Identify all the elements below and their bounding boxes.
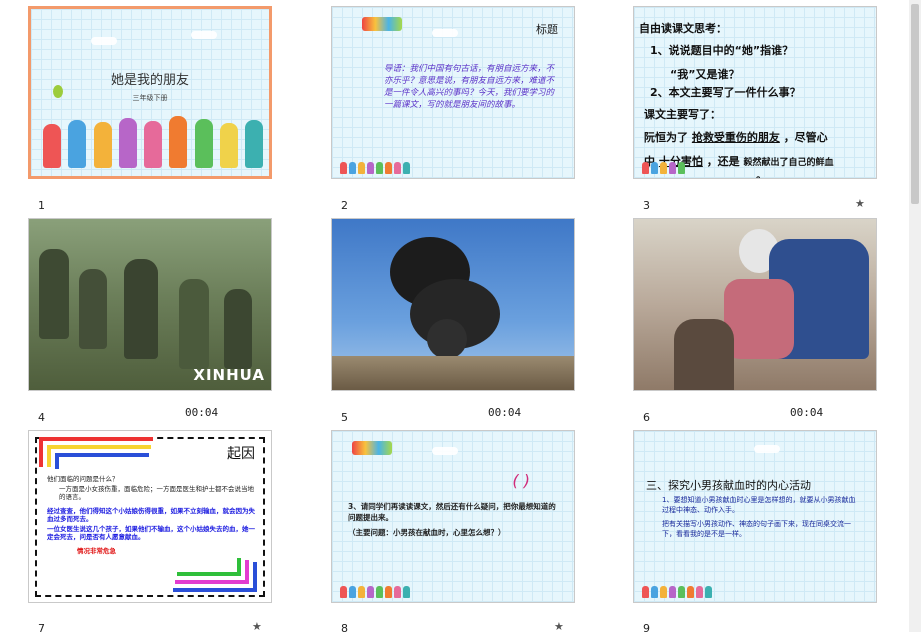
decoration-flags-icon <box>352 441 392 455</box>
slide-answer: 一方面是小女孩伤重，面临危险；一方面是医生和护士都不会说当地的语言。 <box>59 485 254 501</box>
slide-line: ，还是 <box>706 155 740 168</box>
slide-thumbnail-3[interactable]: 自由读课文思考： 1、说说题目中的“她”指谁？ “我”又是谁？ 2、本文主要写了… <box>633 6 877 179</box>
slide-number: 2 <box>341 199 348 212</box>
slide-paragraph: 把有关描写小男孩动作、神态的句子画下来，现在同桌交流一下，看看我的是不是一样。 <box>662 520 851 538</box>
watermark: XINHUA <box>193 366 265 384</box>
slide-alert: 情况非常危急 <box>77 547 116 555</box>
slide-number: 1 <box>38 199 45 212</box>
slide-line: 2、本文主要写了一件什么事？ <box>650 86 801 99</box>
slide-line: 1、说说题目中的“她”指谁？ <box>650 44 794 57</box>
children-decoration <box>340 586 410 598</box>
slide-paragraph: 1、要想知道小男孩献血时心里是怎样想的，就要从小男孩献血过程中神态、动作入手。 <box>662 496 856 514</box>
paren-mark: ( ) <box>512 471 530 490</box>
slide-paragraph: 3、请同学们再读读课文，然后还有什么疑问，把你最想知道的问题提出来。 <box>348 502 556 522</box>
balloon-icon <box>53 85 63 98</box>
slide-line: 课文主要写了： <box>644 108 721 121</box>
animation-star-icon[interactable]: ★ <box>855 197 865 210</box>
slide-line: ，尽管心 <box>783 131 828 144</box>
animation-star-icon[interactable]: ★ <box>252 620 262 633</box>
children-illustration <box>43 106 263 168</box>
children-decoration <box>642 586 712 598</box>
soldiers-photo <box>29 219 271 390</box>
slide-thumbnail-8[interactable]: ( ) 3、请同学们再读读课文，然后还有什么疑问，把你最想知道的问题提出来。 （… <box>331 430 575 603</box>
slide-line: 自由读课文思考： <box>639 22 727 35</box>
slide-question: 他们面临的问题是什么？ <box>47 475 119 483</box>
slide-label: 起因 <box>225 443 257 463</box>
slide-subtitle: 三年级下册 <box>132 94 168 102</box>
animation-star-icon[interactable]: ★ <box>554 620 564 633</box>
slide-number: 4 <box>38 411 45 424</box>
slide-thumbnail-2[interactable]: 标题 导语：我们中国有句古话，有朋自远方来，不亦乐乎？意思是说，有朋友自远方来，… <box>331 6 575 179</box>
slide-label: 标题 <box>536 23 558 36</box>
slide-title: 她是我的朋友 <box>110 73 189 88</box>
slide-thumbnail-1[interactable]: 她是我的朋友 三年级下册 <box>28 6 272 179</box>
slide-paragraph: （主要问题：小男孩在献血时，心里怎么想？） <box>348 528 506 537</box>
slide-highlight: 经过查查，他们得知这个小姑娘伤得很重，如果不立刻输血，就会因为失血过多而死去。 <box>47 507 255 523</box>
children-decoration <box>340 162 410 174</box>
slide-duration: 00:04 <box>185 406 219 419</box>
slide-duration: 00:04 <box>790 406 824 419</box>
vertical-scrollbar[interactable] <box>909 0 921 632</box>
slide-body-text: 导语：我们中国有句古话，有朋自远方来，不亦乐乎？意思是说，有朋友自远方来，难道不… <box>384 64 555 110</box>
frame-decoration <box>55 453 149 469</box>
slide-number: 5 <box>341 411 348 424</box>
rescue-photo <box>634 219 876 390</box>
slide-number: 9 <box>643 622 650 635</box>
slide-number: 8 <box>341 622 348 635</box>
slide-thumbnail-5[interactable] <box>331 218 575 391</box>
decoration-flags-icon <box>362 17 402 31</box>
slide-heading: 三、探究小男孩献血时的内心活动 <box>646 479 811 492</box>
slide-duration: 00:04 <box>488 406 522 419</box>
slide-line: 。 <box>756 169 767 179</box>
slide-thumbnail-6[interactable] <box>633 218 877 391</box>
smoke-photo <box>332 219 574 390</box>
slide-number: 3 <box>643 199 650 212</box>
children-decoration <box>642 162 685 174</box>
slide-line: “我”又是谁？ <box>670 68 740 81</box>
slide-thumbnail-7[interactable]: 起因 他们面临的问题是什么？ 一方面是小女孩伤重，面临危险；一方面是医生和护士都… <box>28 430 272 603</box>
slide-thumbnail-9[interactable]: 三、探究小男孩献血时的内心活动 1、要想知道小男孩献血时心里是怎样想的，就要从小… <box>633 430 877 603</box>
slide-line: 阮恒为了 <box>644 131 688 144</box>
answer-blank: 抢救受重伤的朋友 <box>691 131 780 144</box>
slide-number: 6 <box>643 411 650 424</box>
slide-highlight: 一位女医生说这几个孩子，如果他们不输血，这个小姑娘失去的血，她一定会死去，问是否… <box>47 525 255 541</box>
slide-thumbnail-4[interactable]: XINHUA <box>28 218 272 391</box>
slide-number: 7 <box>38 622 45 635</box>
scrollbar-thumb[interactable] <box>911 4 919 204</box>
frame-decoration <box>177 558 241 576</box>
